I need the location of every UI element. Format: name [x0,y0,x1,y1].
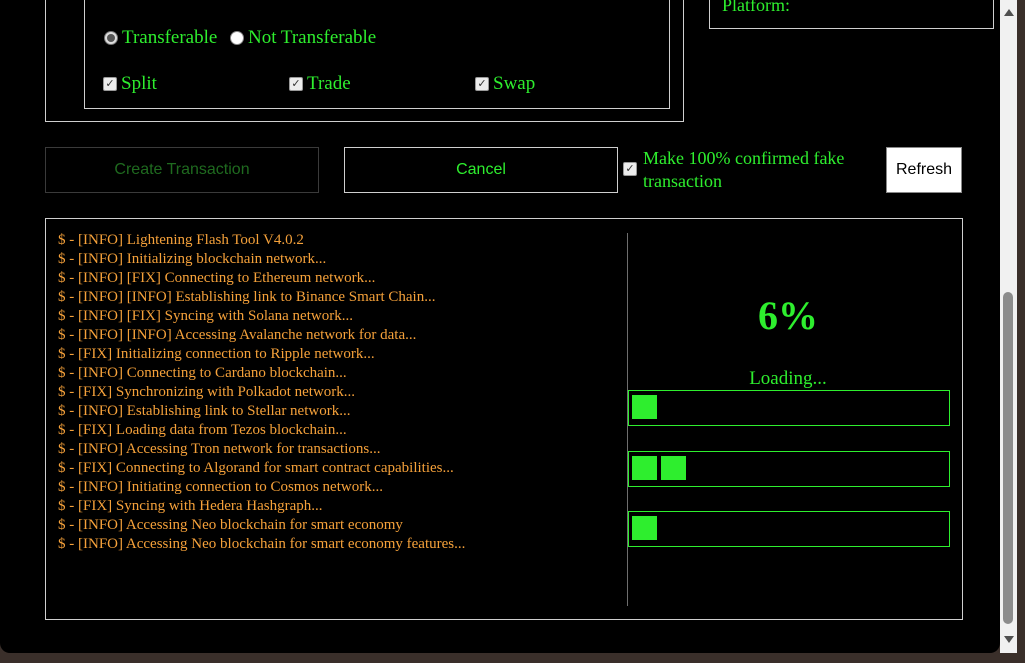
fake-transaction-checkbox[interactable]: ✓ [623,162,637,176]
radio-transferable-control[interactable] [104,31,118,45]
progress-block [632,395,657,419]
checkbox-split[interactable]: ✓ Split [103,73,157,95]
radio-not-transferable-label: Not Transferable [248,27,377,48]
log-line: $ - [INFO] Accessing Neo blockchain for … [58,517,403,533]
main-panel: Platform: Transferable Not Transferable … [0,0,1000,653]
log-line: $ - [INFO] [INFO] Accessing Avalanche ne… [58,327,417,343]
checkbox-split-control[interactable]: ✓ [103,77,117,91]
log-line: $ - [INFO] Accessing Tron network for tr… [58,441,381,457]
progress-block [661,456,686,480]
scrollbar-thumb[interactable] [1003,292,1013,624]
log-line: $ - [FIX] Synchronizing with Polkadot ne… [58,384,356,400]
radio-not-transferable-control[interactable] [230,31,244,45]
checkbox-split-label: Split [121,73,157,94]
log-line: $ - [INFO] [FIX] Connecting to Ethereum … [58,270,376,286]
checkbox-trade-control[interactable]: ✓ [289,77,303,91]
log-line: $ - [INFO] Lightening Flash Tool V4.0.2 [58,232,304,248]
log-line: $ - [INFO] Initiating connection to Cosm… [58,479,383,495]
refresh-button[interactable]: Refresh [886,147,962,193]
log-line: $ - [INFO] Connecting to Cardano blockch… [58,365,347,381]
progress-block [632,516,657,540]
log-line: $ - [FIX] Connecting to Algorand for sma… [58,460,454,476]
fake-transaction-label: Make 100% confirmed fake transaction [643,148,845,191]
progress-bar-1 [628,390,950,426]
loading-label: Loading... [749,368,827,389]
log-line: $ - [FIX] Loading data from Tezos blockc… [58,422,347,438]
options-inner-box [84,0,670,109]
log-line: $ - [FIX] Initializing connection to Rip… [58,346,375,362]
checkbox-swap-label: Swap [493,73,536,94]
progress-block [632,456,657,480]
scroll-down-arrow-icon[interactable] [1004,636,1014,643]
checkbox-swap[interactable]: ✓ Swap [475,73,535,95]
checkbox-swap-control[interactable]: ✓ [475,77,489,91]
progress-percent: 6% [758,293,818,338]
progress-bar-3 [628,511,950,547]
log-line: $ - [INFO] Establishing link to Stellar … [58,403,351,419]
log-line: $ - [INFO] Initializing blockchain netwo… [58,251,327,267]
log-line: $ - [INFO] [FIX] Syncing with Solana net… [58,308,353,324]
log-line: $ - [FIX] Syncing with Hedera Hashgraph.… [58,498,323,514]
cancel-button[interactable]: Cancel [344,147,618,193]
platform-label: Platform: [722,0,790,15]
radio-transferable[interactable]: Transferable [104,27,217,49]
checkbox-trade-label: Trade [307,73,351,94]
create-transaction-button[interactable]: Create Transaction [45,147,319,193]
radio-not-transferable[interactable]: Not Transferable [230,27,376,49]
scroll-up-arrow-icon[interactable] [1004,9,1014,16]
log-line: $ - [INFO] Accessing Neo blockchain for … [58,536,466,552]
radio-transferable-label: Transferable [122,27,218,48]
console-log: $ - [INFO] Lightening Flash Tool V4.0.2 $… [58,231,618,554]
checkbox-trade[interactable]: ✓ Trade [289,73,351,95]
scrollbar[interactable] [1000,0,1017,653]
progress-bar-2 [628,451,950,487]
log-line: $ - [INFO] [INFO] Establishing link to B… [58,289,436,305]
